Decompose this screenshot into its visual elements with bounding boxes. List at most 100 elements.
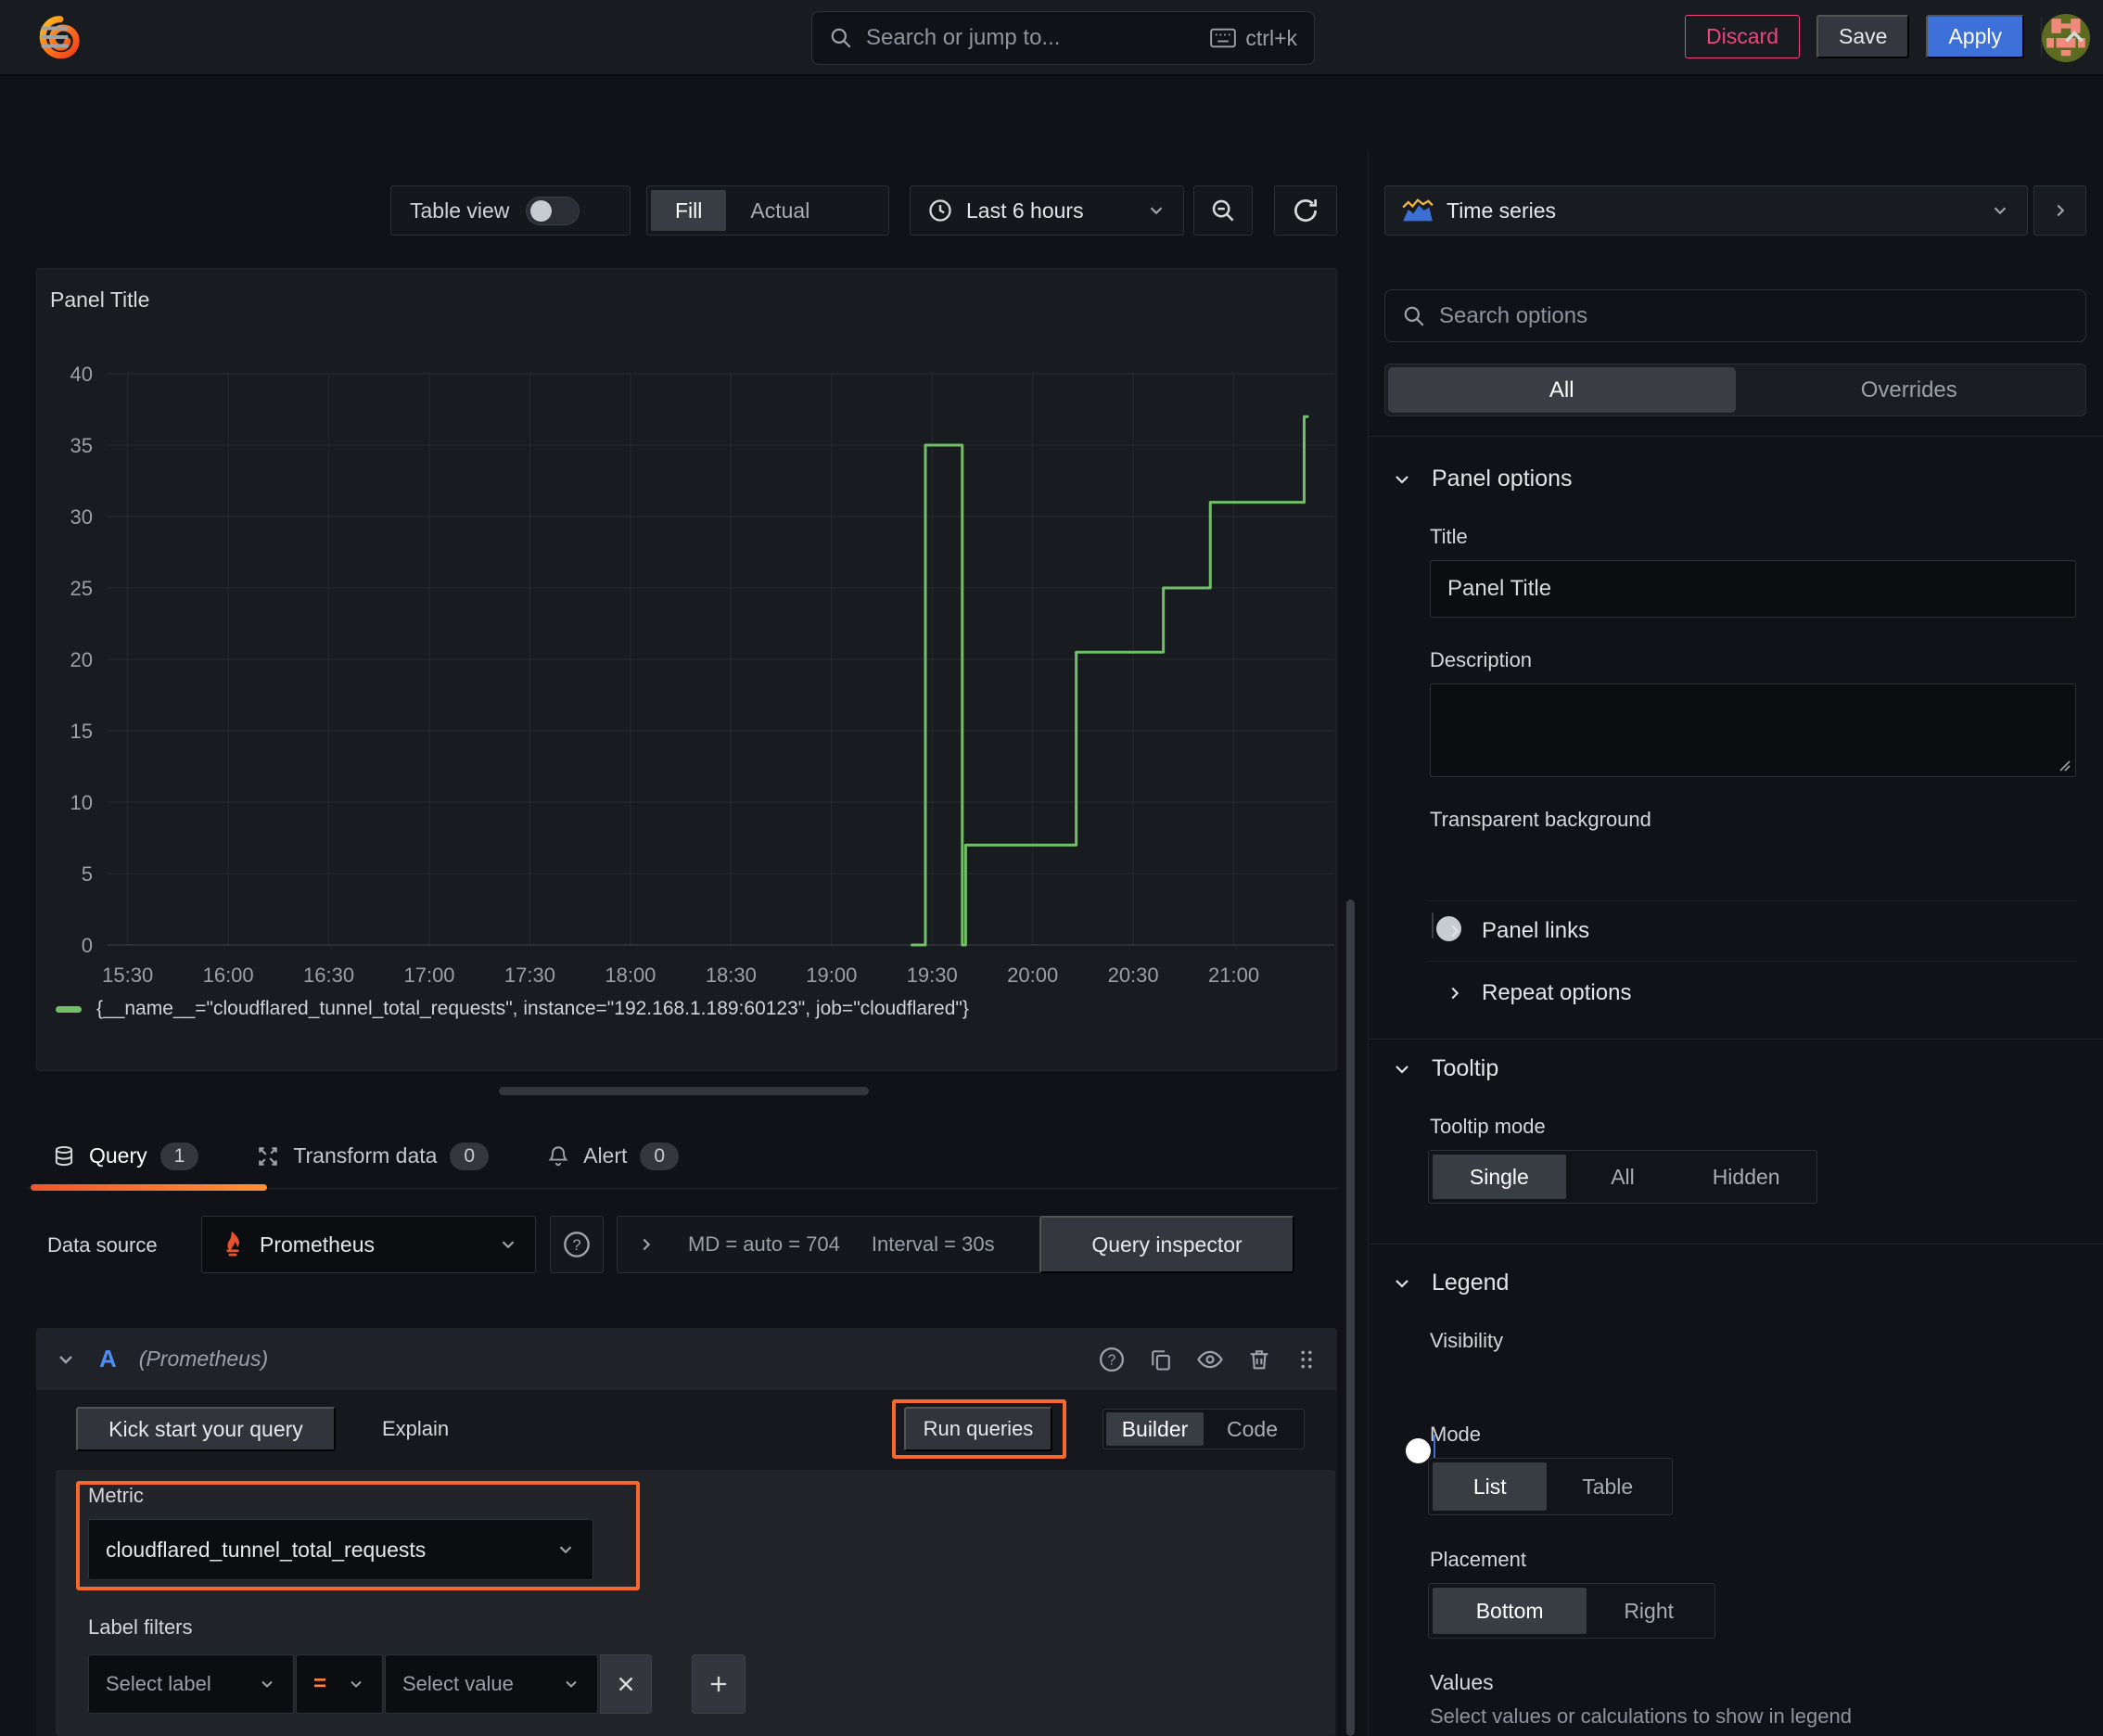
table-view-toggle[interactable]	[526, 196, 580, 225]
svg-text:30: 30	[70, 505, 93, 529]
svg-text:?: ?	[572, 1236, 580, 1254]
operator-dropdown[interactable]: =	[296, 1654, 383, 1714]
resize-corner-icon[interactable]	[2057, 758, 2071, 772]
builder-option[interactable]: Builder	[1106, 1412, 1204, 1446]
legend-series-label[interactable]: {__name__="cloudflared_tunnel_total_requ…	[96, 998, 969, 1020]
metric-select[interactable]: cloudflared_tunnel_total_requests	[88, 1519, 593, 1580]
repeat-options-section[interactable]: Repeat options	[1445, 980, 1631, 1006]
bell-icon	[546, 1144, 570, 1168]
actual-option[interactable]: Actual	[726, 190, 834, 231]
toggle-visibility-icon[interactable]	[1196, 1346, 1224, 1373]
clock-icon	[927, 198, 953, 223]
tooltip-single-option[interactable]: Single	[1433, 1155, 1566, 1199]
transparent-background-toggle[interactable]	[1432, 913, 1461, 941]
close-icon	[618, 1677, 633, 1691]
label-filters-label: Label filters	[88, 1615, 193, 1639]
options-search-input[interactable]	[1439, 302, 2069, 329]
kick-start-query-button[interactable]: Kick start your query	[76, 1407, 336, 1451]
legend-placement-right[interactable]: Right	[1587, 1588, 1711, 1634]
legend-section-header[interactable]: Legend	[1391, 1270, 1509, 1296]
global-search[interactable]: ctrl+k	[811, 11, 1315, 65]
apply-button[interactable]: Apply	[1926, 15, 2024, 58]
collapse-options-pane-icon[interactable]	[2058, 21, 2090, 53]
tooltip-section-header[interactable]: Tooltip	[1391, 1055, 1498, 1082]
legend-mode-table[interactable]: Table	[1547, 1462, 1668, 1511]
select-label-dropdown[interactable]: Select label	[88, 1654, 294, 1714]
transform-count-badge: 0	[450, 1142, 490, 1170]
explain-label: Explain	[382, 1417, 450, 1440]
legend-mode-list[interactable]: List	[1433, 1462, 1548, 1511]
svg-text:16:30: 16:30	[303, 964, 354, 987]
chevron-down-icon	[555, 1539, 576, 1560]
query-help-icon[interactable]: ?	[1098, 1346, 1126, 1373]
tooltip-mode-label: Tooltip mode	[1430, 1115, 1546, 1138]
drag-handle-icon[interactable]	[1294, 1347, 1319, 1372]
time-series-chart[interactable]: 0 5 10 15 20 25 30 35 40 15:30 16:00 16:30 17:00 17:3…	[37, 269, 1336, 1070]
builder-code-switch: Builder Code	[1102, 1409, 1305, 1449]
delete-query-icon[interactable]	[1246, 1347, 1272, 1372]
datasource-value: Prometheus	[260, 1232, 376, 1257]
tab-query[interactable]: Query 1	[28, 1124, 267, 1191]
tab-alert[interactable]: Alert 0	[522, 1124, 703, 1188]
discard-button[interactable]: Discard	[1685, 15, 1801, 58]
chevron-right-icon	[1451, 987, 1459, 1000]
tooltip-all-option[interactable]: All	[1566, 1155, 1680, 1199]
options-search[interactable]	[1384, 289, 2086, 342]
svg-text:15: 15	[70, 720, 93, 743]
duplicate-query-icon[interactable]	[1148, 1347, 1174, 1372]
chevron-down-icon	[1396, 475, 1408, 484]
open-viz-suggestions-button[interactable]	[2033, 185, 2086, 236]
mega-menu-toggle[interactable]	[37, 19, 72, 55]
visualization-picker[interactable]: Time series	[1384, 185, 2028, 236]
query-ref-id: A	[99, 1345, 117, 1372]
zoom-out-time-button[interactable]	[1193, 185, 1253, 236]
refresh-button[interactable]	[1274, 185, 1337, 236]
timeseries-viz-icon	[1402, 198, 1434, 223]
chevron-down-icon	[1396, 1065, 1408, 1074]
add-filter-button[interactable]	[692, 1654, 746, 1714]
chevron-down-icon	[498, 1234, 518, 1255]
description-textarea[interactable]	[1430, 683, 2076, 777]
chevron-down-icon	[1990, 200, 2010, 221]
pane-resize-handle[interactable]	[499, 1087, 869, 1095]
svg-text:19:00: 19:00	[806, 964, 857, 987]
actions-divider	[2041, 17, 2042, 57]
datasource-help-button[interactable]: ?	[550, 1216, 604, 1273]
select-value-dropdown[interactable]: Select value	[385, 1654, 598, 1714]
svg-text:10: 10	[70, 791, 93, 814]
chevron-down-icon[interactable]	[55, 1348, 77, 1371]
panel-links-section[interactable]: Panel links	[1445, 918, 1589, 944]
legend-placement-bottom[interactable]: Bottom	[1433, 1588, 1587, 1634]
remove-filter-button[interactable]	[600, 1654, 652, 1714]
tab-transform-data[interactable]: Transform data 0	[232, 1124, 513, 1188]
chart-legend[interactable]: {__name__="cloudflared_tunnel_total_requ…	[56, 998, 969, 1020]
section-divider	[1430, 961, 2076, 962]
tab-overrides[interactable]: Overrides	[1736, 367, 2084, 413]
section-divider	[1430, 900, 2076, 901]
chevron-down-icon	[1146, 200, 1166, 221]
datasource-picker[interactable]: Prometheus	[201, 1216, 536, 1273]
transform-icon	[256, 1144, 280, 1168]
transparent-background-label: Transparent background	[1430, 808, 1651, 831]
run-queries-button[interactable]: Run queries	[904, 1407, 1052, 1451]
tooltip-hidden-option[interactable]: Hidden	[1679, 1155, 1813, 1199]
query-row-header[interactable]: A (Prometheus) ?	[36, 1328, 1337, 1390]
panel-title-input[interactable]	[1447, 576, 2058, 602]
save-button[interactable]: Save	[1816, 15, 1910, 58]
code-option[interactable]: Code	[1204, 1412, 1301, 1446]
search-input[interactable]	[866, 25, 1198, 51]
legend-marker	[56, 1005, 82, 1013]
fill-option[interactable]: Fill	[651, 190, 727, 231]
search-shortcut: ctrl+k	[1210, 26, 1297, 51]
panel-options-section-header[interactable]: Panel options	[1391, 466, 1573, 492]
tab-all[interactable]: All	[1388, 367, 1736, 413]
chevron-right-icon	[1451, 925, 1459, 938]
chevron-right-icon[interactable]	[636, 1234, 656, 1255]
time-range-picker[interactable]: Last 6 hours	[910, 185, 1184, 236]
vertical-scrollbar[interactable]	[1346, 900, 1355, 1736]
section-divider	[1369, 436, 2103, 437]
query-inspector-button[interactable]: Query inspector	[1039, 1216, 1294, 1273]
time-range-label: Last 6 hours	[966, 198, 1084, 223]
zoom-out-icon	[1212, 199, 1234, 222]
interval-stat: Interval = 30s	[871, 1232, 995, 1256]
